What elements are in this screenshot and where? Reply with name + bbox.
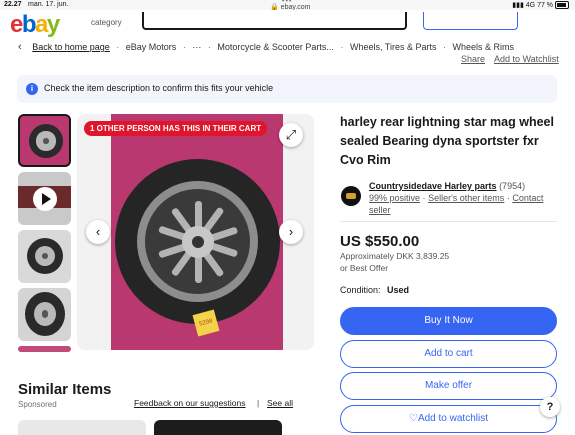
listing-title: harley rear lightning star mag wheel sea… (340, 115, 554, 167)
breadcrumb-ebay-motors[interactable]: eBay Motors (126, 42, 177, 52)
cart-count-badge: 1 OTHER PERSON HAS THIS IN THEIR CART (84, 121, 268, 136)
price: US $550.00 (340, 233, 420, 250)
breadcrumb: ‹ Back to home page · eBay Motors · ··· … (18, 41, 514, 53)
best-offer-label: or Best Offer (340, 263, 389, 273)
expand-icon[interactable]: ⤢ (279, 123, 303, 147)
similar-item-card[interactable] (18, 420, 146, 435)
add-to-watchlist-link[interactable]: Add to Watchlist (494, 54, 559, 64)
fitment-message: Check the item description to confirm th… (44, 83, 274, 93)
back-arrow-icon[interactable]: ‹ (18, 41, 22, 53)
thumbnail-1[interactable] (18, 114, 71, 167)
info-icon: i (26, 83, 38, 95)
breadcrumb-separator: · (207, 42, 211, 52)
heart-icon: ♡ (408, 413, 418, 424)
separator: · (506, 193, 510, 203)
share-link[interactable]: Share (461, 54, 485, 64)
thumbnail-video[interactable] (18, 172, 71, 225)
search-input[interactable] (142, 12, 407, 30)
search-button[interactable] (423, 12, 518, 30)
network-label: 4G (525, 2, 536, 9)
condition-value[interactable]: Used (387, 285, 409, 295)
breadcrumb-separator: · (340, 42, 344, 52)
buy-it-now-button[interactable]: Buy It Now (340, 307, 557, 335)
thumbnail-5[interactable] (18, 346, 71, 352)
ebay-logo[interactable]: ebay (10, 13, 60, 37)
make-offer-button[interactable]: Make offer (340, 372, 557, 400)
signal-icon: ▮▮▮ (512, 2, 524, 9)
prev-image-button[interactable]: ‹ (86, 220, 110, 244)
approx-price: Approximately DKK 3,839.25 (340, 251, 450, 261)
battery-label: 77 % (537, 2, 554, 9)
clock: 22.27 (4, 1, 22, 8)
fitment-banner: i Check the item description to confirm … (17, 75, 557, 103)
thumbnail-4[interactable] (18, 288, 71, 341)
seller-avatar[interactable] (341, 186, 361, 206)
battery-icon (555, 1, 569, 10)
breadcrumb-wheels-rims[interactable]: Wheels & Rims (453, 42, 515, 52)
next-image-button[interactable]: › (279, 220, 303, 244)
add-to-watchlist-button[interactable]: ♡Add to watchlist (340, 405, 557, 433)
similar-items-heading: Similar Items (18, 381, 112, 398)
seller-name-link[interactable]: Countrysidedave Harley parts (369, 181, 497, 191)
sponsored-label: Sponsored (18, 400, 57, 409)
date: man. 17. jun. (28, 1, 69, 8)
wheel-photo: 5298 (111, 114, 283, 350)
status-bar: 22.27 man. 17. jun. ••• 🔒 ebay.com ▮▮▮ 4… (0, 0, 575, 11)
separator: | (257, 398, 260, 408)
back-to-home-link[interactable]: Back to home page (32, 42, 110, 52)
help-button[interactable]: ? (540, 397, 560, 417)
divider (340, 221, 557, 222)
feedback-link[interactable]: Feedback on our suggestions (134, 398, 246, 408)
tire (115, 159, 280, 324)
condition-label: Condition: (340, 285, 381, 295)
positive-feedback-link[interactable]: 99% positive (369, 193, 420, 203)
seller-other-items-link[interactable]: Seller's other items (428, 193, 504, 203)
condition: Condition: Used (340, 285, 409, 295)
play-icon[interactable] (33, 187, 57, 211)
breadcrumb-wheels-tires[interactable]: Wheels, Tires & Parts (350, 42, 437, 52)
add-to-cart-button[interactable]: Add to cart (340, 340, 557, 368)
site-header: ebay category (0, 10, 575, 37)
breadcrumb-motorcycle-parts[interactable]: Motorcycle & Scooter Parts... (217, 42, 334, 52)
separator: · (422, 193, 426, 203)
breadcrumb-separator: · (443, 42, 446, 52)
breadcrumb-separator: · (182, 42, 186, 52)
similar-item-card[interactable] (154, 420, 282, 435)
breadcrumb-separator: · (116, 42, 120, 52)
see-all-link[interactable]: See all (267, 398, 293, 408)
seller-feedback-count[interactable]: (7954) (499, 181, 525, 191)
breadcrumb-more[interactable]: ··· (192, 42, 201, 52)
status-icons: ▮▮▮ 4G 77 % (512, 1, 569, 10)
category-select[interactable]: category (91, 18, 122, 27)
seller-info: Countrysidedave Harley parts (7954) 99% … (369, 180, 559, 216)
thumbnail-3[interactable] (18, 230, 71, 283)
